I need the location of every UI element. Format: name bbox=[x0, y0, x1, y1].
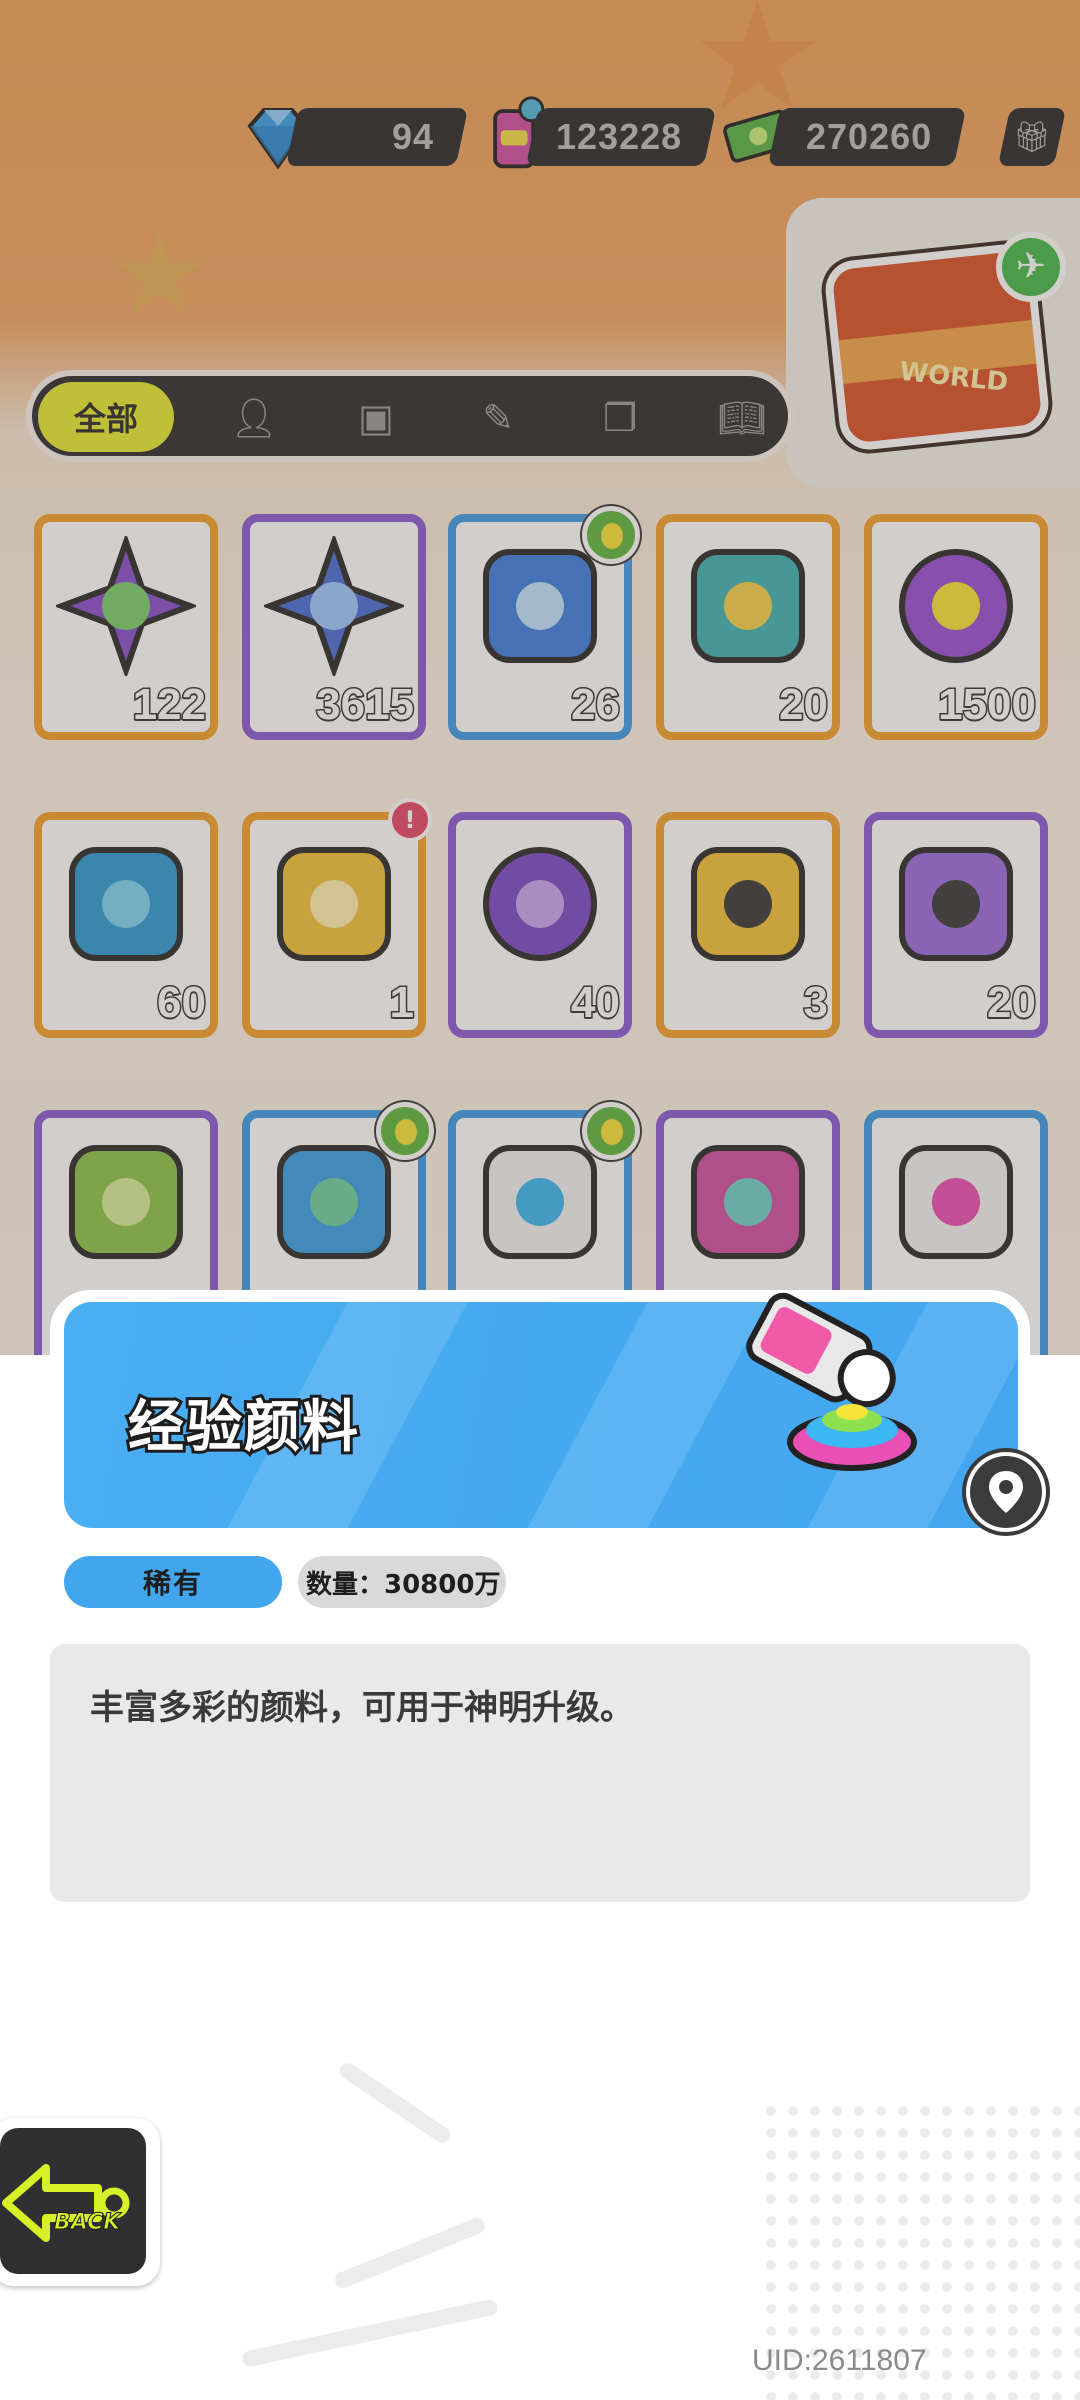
category-tab-bar: 全部 👤︎ ▣ ✎ ❐ 📖︎ bbox=[26, 370, 794, 462]
book-icon: 📖︎ bbox=[717, 395, 767, 440]
paint-can-count: 123228 bbox=[555, 116, 682, 157]
star-card-icon bbox=[277, 847, 391, 961]
item-count: 60 bbox=[156, 977, 208, 1029]
color-cube-icon bbox=[691, 549, 805, 663]
chick-badge-icon bbox=[582, 1102, 640, 1160]
item-count: 20 bbox=[986, 977, 1038, 1029]
back-button[interactable]: BACK bbox=[0, 2118, 160, 2286]
item-card[interactable]: 20 bbox=[864, 812, 1048, 1038]
item-count: 3615 bbox=[315, 679, 416, 731]
item-count: 40 bbox=[570, 977, 622, 1029]
rarity-badge: 稀有 bbox=[64, 1556, 282, 1608]
alert-badge-icon: ! bbox=[388, 798, 432, 842]
item-name: 经验颜料 bbox=[125, 1392, 361, 1463]
slash-decoration bbox=[332, 2215, 488, 2291]
item-card[interactable]: 1500 bbox=[864, 514, 1048, 740]
spray-can-blue-icon bbox=[277, 1145, 391, 1259]
item-card[interactable]: 60 bbox=[34, 812, 218, 1038]
locate-button[interactable] bbox=[962, 1448, 1050, 1536]
item-count: 122 bbox=[131, 679, 207, 731]
tab-box[interactable]: ▣ bbox=[344, 386, 408, 450]
box-icon: ▣ bbox=[358, 396, 394, 440]
slash-decoration bbox=[241, 2298, 499, 2368]
back-label: BACK bbox=[53, 2210, 121, 2236]
mystery-egg-icon bbox=[483, 847, 597, 961]
map-pin-icon bbox=[989, 1471, 1023, 1513]
item-description: 丰富多彩的颜料，可用于神明升级。 bbox=[90, 1688, 634, 1728]
cool-paint-blob-icon bbox=[899, 549, 1013, 663]
world-badge-button[interactable]: WORLD ✈ bbox=[786, 198, 1080, 488]
open-cup-icon bbox=[69, 1145, 183, 1259]
cards-icon: ❐ bbox=[602, 396, 638, 440]
user-id: UID:2611807 bbox=[752, 2344, 927, 2377]
tab-book[interactable]: 📖︎ bbox=[710, 386, 774, 450]
season-ticket-icon bbox=[69, 847, 183, 961]
airplane-icon: ✈ bbox=[996, 232, 1066, 302]
item-card[interactable]: 3 bbox=[656, 812, 840, 1038]
paint-can-counter: 123228 bbox=[525, 108, 717, 166]
purple-star-shard-icon bbox=[56, 536, 196, 676]
tab-cards[interactable]: ❐ bbox=[588, 386, 652, 450]
item-card[interactable]: 20 bbox=[656, 514, 840, 740]
item-card[interactable]: 1! bbox=[242, 798, 432, 1038]
item-card[interactable]: 122 bbox=[34, 514, 218, 740]
chick-badge-icon bbox=[582, 506, 640, 564]
item-count: 26 bbox=[570, 679, 622, 731]
paint-tube-icon bbox=[483, 1145, 597, 1259]
quantity-label: 数量：30800万 bbox=[298, 1556, 507, 1608]
item-count: 20 bbox=[778, 679, 830, 731]
rainbow-paint-tube-icon bbox=[899, 1145, 1013, 1259]
pen-icon: ✎ bbox=[482, 396, 514, 440]
slash-decoration bbox=[336, 2060, 454, 2146]
spray-can-pink-icon bbox=[691, 1145, 805, 1259]
tab-pen[interactable]: ✎ bbox=[466, 386, 530, 450]
chick-badge-icon bbox=[376, 1102, 434, 1160]
item-count: 3 bbox=[802, 977, 830, 1029]
cash-counter: 270260 bbox=[767, 108, 967, 166]
item-card[interactable]: 40 bbox=[448, 812, 632, 1038]
gem-counter: 94 bbox=[285, 108, 469, 166]
item-count: 1 bbox=[388, 977, 416, 1029]
description-box: 丰富多彩的颜料，可用于神明升级。 bbox=[50, 1644, 1030, 1902]
gem-count: 94 bbox=[391, 116, 434, 157]
item-card[interactable]: 26 bbox=[448, 506, 640, 740]
deity-puzzle-purple-icon bbox=[899, 847, 1013, 961]
item-count: 1500 bbox=[937, 679, 1038, 731]
tab-all[interactable]: 全部 bbox=[38, 382, 174, 452]
deity-puzzle-gold-icon bbox=[691, 847, 805, 961]
blue-star-shard-icon bbox=[264, 536, 404, 676]
tab-character[interactable]: 👤︎ bbox=[222, 386, 286, 450]
gift-box-button[interactable]: 🎁︎ bbox=[997, 108, 1067, 166]
inventory-background: ★ ★ 94 123228 270260 🎁︎ WORLD ✈ 全部 👤︎ ▣ … bbox=[0, 0, 1080, 1355]
paint-marker-icon bbox=[483, 549, 597, 663]
item-card[interactable]: 3615 bbox=[242, 514, 426, 740]
gift-box-icon: 🎁︎ bbox=[1012, 119, 1052, 155]
person-icon: 👤︎ bbox=[229, 395, 279, 440]
star-decoration-icon: ★ bbox=[110, 210, 209, 338]
cash-count: 270260 bbox=[805, 116, 932, 157]
exp-paint-tube-icon bbox=[746, 1292, 917, 1471]
